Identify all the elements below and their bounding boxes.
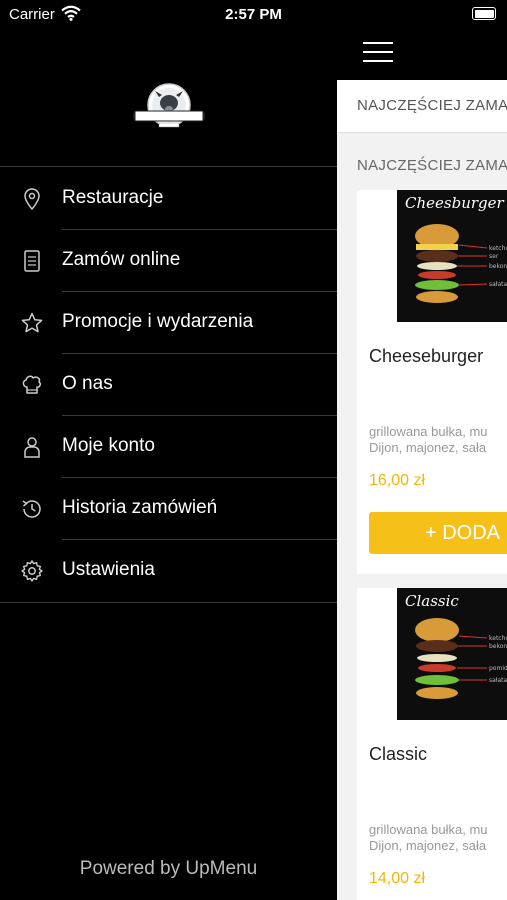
location-pin-icon: [24, 188, 40, 211]
product-card[interactable]: Classic ketchupbekonpomidorsałata Classi…: [357, 588, 507, 900]
product-image: Classic ketchupbekonpomidorsałata: [397, 588, 507, 720]
category-tab-bar[interactable]: NAJCZĘŚCIEJ ZAMA: [337, 80, 507, 133]
menu-item-label: Moje konto: [62, 435, 155, 456]
svg-text:ser: ser: [489, 253, 499, 260]
status-bar: Carrier 2:57 PM: [0, 0, 507, 28]
document-icon: [24, 250, 40, 272]
battery-icon: [472, 7, 496, 20]
restaurant-logo: [133, 83, 205, 128]
menu-item-promocje[interactable]: Promocje i wydarzenia: [0, 292, 337, 354]
svg-text:bekon: bekon: [489, 263, 507, 270]
history-icon: [22, 500, 41, 518]
product-name: Cheeseburger: [369, 346, 484, 366]
menu-item-ustawienia[interactable]: Ustawienia: [0, 540, 337, 602]
menu-item-moje-konto[interactable]: Moje konto: [0, 416, 337, 478]
product-price: 16,00 zł: [369, 472, 426, 489]
menu-item-restauracje[interactable]: Restauracje: [0, 168, 337, 230]
powered-by-label: Powered by UpMenu: [79, 858, 258, 879]
menu-item-o-nas[interactable]: O nas: [0, 354, 337, 416]
svg-text:bekon: bekon: [489, 643, 507, 650]
product-description: grillowana bułka, mu Dijon, majonez, sał…: [369, 424, 488, 455]
svg-text:sałata: sałata: [489, 281, 507, 288]
user-icon: [24, 437, 40, 458]
status-time: 2:57 PM: [225, 6, 282, 23]
menu-item-historia[interactable]: Historia zamówień: [0, 478, 337, 540]
svg-text:ketchup: ketchup: [489, 245, 507, 252]
gear-icon: [21, 560, 43, 582]
menu-item-label: Restauracje: [62, 187, 164, 208]
hamburger-menu-icon[interactable]: [363, 40, 395, 62]
drawer-divider: [0, 602, 337, 603]
menu-item-label: Historia zamówień: [62, 497, 218, 518]
product-image: Cheesburger ketchupserbekonsałata: [397, 190, 507, 322]
product-name: Classic: [369, 744, 428, 764]
svg-text:ketchup: ketchup: [489, 635, 507, 642]
svg-text:pomidor: pomidor: [489, 665, 507, 672]
navigation-drawer: Restauracje Zamów online Promocje i wyda…: [0, 28, 337, 900]
menu-item-label: O nas: [62, 373, 113, 394]
product-card[interactable]: Cheesburger ketchupserbekonsałata Cheese…: [357, 190, 507, 574]
add-to-cart-button[interactable]: + DODA: [369, 512, 507, 554]
chef-hat-icon: [22, 375, 41, 394]
main-content: NAJCZĘŚCIEJ ZAMA NAJCZĘŚCIEJ ZAMA Cheesb…: [337, 0, 507, 900]
menu-item-zamow-online[interactable]: Zamów online: [0, 230, 337, 292]
menu-item-label: Promocje i wydarzenia: [62, 311, 254, 332]
section-title: NAJCZĘŚCIEJ ZAMA: [357, 157, 507, 174]
drawer-divider: [0, 166, 337, 167]
tab-most-ordered[interactable]: NAJCZĘŚCIEJ ZAMA: [357, 97, 507, 114]
product-price: 14,00 zł: [369, 870, 426, 887]
content-panel: NAJCZĘŚCIEJ ZAMA NAJCZĘŚCIEJ ZAMA Cheesb…: [337, 80, 507, 900]
product-description: grillowana bułka, mu Dijon, majonez, sał…: [369, 822, 488, 853]
menu-item-label: Ustawienia: [62, 559, 155, 580]
svg-text:sałata: sałata: [489, 677, 507, 684]
star-icon: [21, 312, 43, 333]
menu-item-label: Zamów online: [62, 249, 181, 270]
